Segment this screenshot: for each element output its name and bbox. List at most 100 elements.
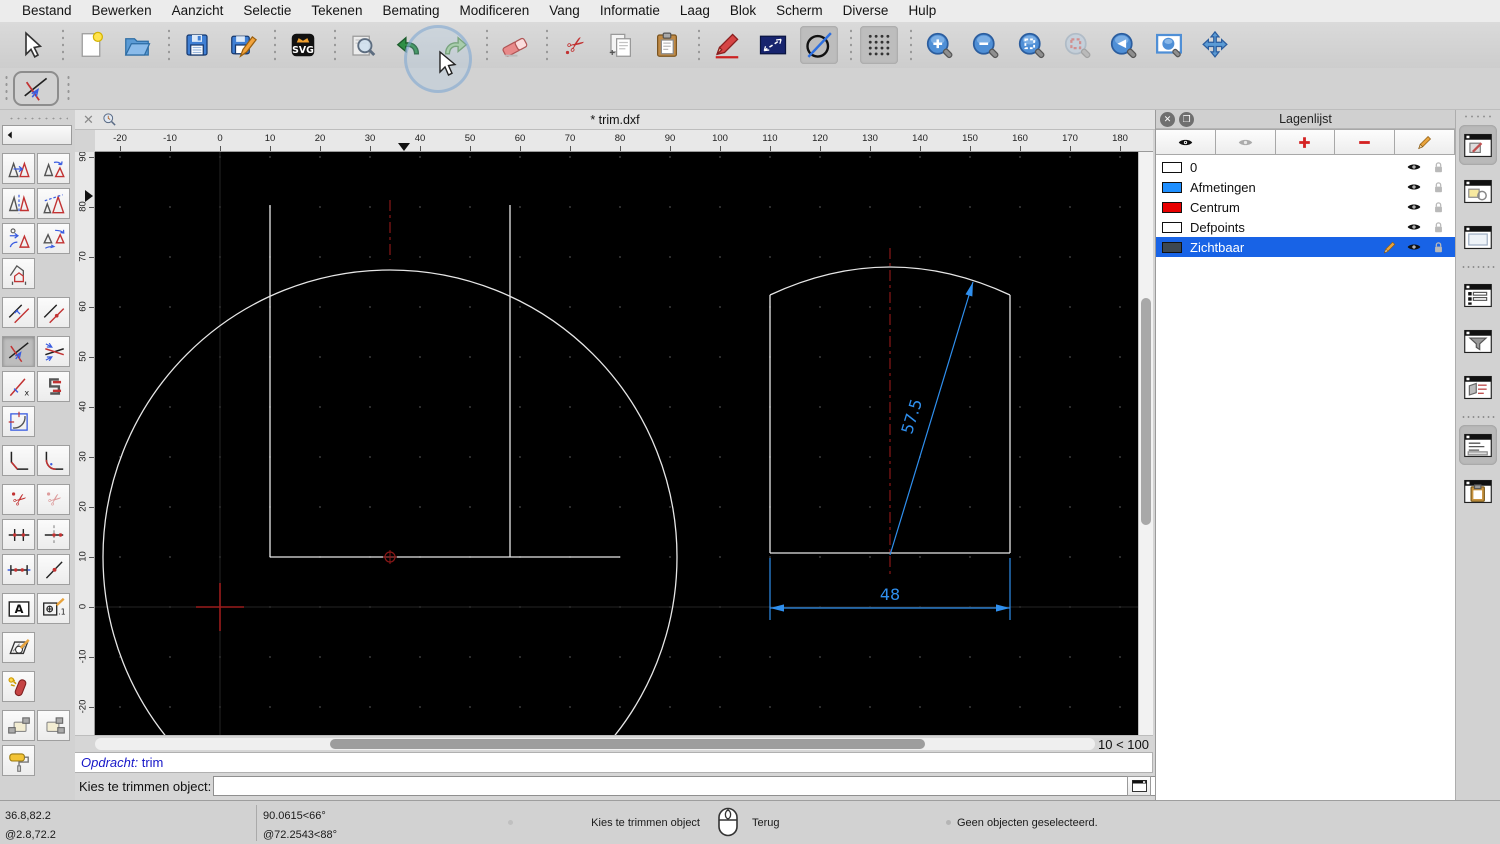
save-as-button[interactable]	[224, 26, 262, 64]
menu-tekenen[interactable]: Tekenen	[301, 0, 372, 22]
paste-button[interactable]	[648, 26, 686, 64]
tool-stretch[interactable]	[2, 554, 35, 585]
tool-corner-bevel[interactable]	[2, 445, 35, 476]
layer-row-zichtbaar[interactable]: Zichtbaar	[1156, 237, 1455, 257]
tool-rotate-two[interactable]	[37, 223, 70, 254]
command-input[interactable]	[213, 776, 1199, 796]
filter-widget-button[interactable]	[1459, 321, 1497, 361]
horizontal-scrollbar[interactable]	[95, 738, 1095, 750]
layer-visibility-icon[interactable]	[1406, 179, 1422, 195]
save-button[interactable]	[178, 26, 216, 64]
menu-blok[interactable]: Blok	[720, 0, 766, 22]
layer-row-centrum[interactable]: Centrum	[1156, 197, 1455, 217]
layer-lock-icon[interactable]	[1431, 180, 1446, 195]
tool-modify-attributes[interactable]	[2, 258, 35, 289]
tool-arc-options[interactable]	[2, 406, 35, 437]
layer-lock-icon[interactable]	[1431, 240, 1446, 255]
menu-scherm[interactable]: Scherm	[766, 0, 833, 22]
tool-move-rotate[interactable]	[2, 223, 35, 254]
zoom-in-button[interactable]	[920, 26, 958, 64]
tool-offset-point[interactable]	[37, 297, 70, 328]
layer-color-swatch[interactable]	[1162, 181, 1182, 193]
block-list-widget-button[interactable]	[1459, 171, 1497, 211]
tool-trim[interactable]	[2, 336, 35, 367]
layer-color-swatch[interactable]	[1162, 201, 1182, 213]
new-document-button[interactable]	[72, 26, 110, 64]
menu-informatie[interactable]: Informatie	[590, 0, 670, 22]
tool-corner-round[interactable]	[37, 445, 70, 476]
print-preview-button[interactable]	[344, 26, 382, 64]
layer-list-widget-button[interactable]	[1459, 125, 1497, 165]
tool-cut-entity-faded[interactable]: ✂	[37, 484, 70, 515]
tool-mirror[interactable]	[2, 188, 35, 219]
layer-visibility-icon[interactable]	[1406, 219, 1422, 235]
layer-lock-icon[interactable]	[1431, 200, 1446, 215]
redo-button[interactable]	[436, 26, 474, 64]
palette-drag-handle[interactable]	[7, 116, 68, 121]
layer-minus-button[interactable]	[1335, 129, 1396, 155]
zoom-window-button[interactable]	[1150, 26, 1188, 64]
tool-trim-two[interactable]	[37, 336, 70, 367]
tool-divide[interactable]	[2, 519, 35, 550]
measure-distance-button[interactable]	[754, 26, 792, 64]
cut-button[interactable]: ✂	[556, 26, 594, 64]
menu-vang[interactable]: Vang	[539, 0, 590, 22]
tool-move[interactable]	[2, 153, 35, 184]
menu-bemating[interactable]: Bemating	[372, 0, 449, 22]
layer-lock-icon[interactable]	[1431, 220, 1446, 235]
section-widget-button[interactable]	[1459, 367, 1497, 407]
layer-row-defpoints[interactable]: Defpoints	[1156, 217, 1455, 237]
layer-visibility-icon[interactable]	[1406, 199, 1422, 215]
menu-aanzicht[interactable]: Aanzicht	[162, 0, 234, 22]
layer-visibility-icon[interactable]	[1406, 239, 1422, 255]
palette-back-button[interactable]	[2, 125, 72, 145]
tool-text-edit[interactable]: A	[2, 593, 35, 624]
tool-scale[interactable]	[37, 188, 70, 219]
horizontal-scrollbar-thumb[interactable]	[330, 739, 925, 749]
command-widget-button[interactable]	[1459, 425, 1497, 465]
layer-pencil-small-button[interactable]	[1395, 129, 1455, 155]
layer-eye-button[interactable]	[1156, 129, 1216, 155]
export-svg-button[interactable]: SVG	[284, 26, 322, 64]
open-file-button[interactable]	[118, 26, 156, 64]
menu-modificeren[interactable]: Modificeren	[450, 0, 540, 22]
undo-button[interactable]	[390, 26, 428, 64]
trim-round-button[interactable]	[800, 26, 838, 64]
zoom-previous-button[interactable]	[1104, 26, 1142, 64]
layer-color-swatch[interactable]	[1162, 241, 1182, 253]
layer-edit-pencil-icon[interactable]	[1382, 240, 1397, 255]
menu-bewerken[interactable]: Bewerken	[82, 0, 162, 22]
tool-dimension-edit[interactable]: .1	[37, 593, 70, 624]
vertical-scrollbar[interactable]	[1138, 152, 1153, 735]
layer-color-swatch[interactable]	[1162, 161, 1182, 173]
tool-lengthen[interactable]: x	[2, 371, 35, 402]
zoom-auto-button[interactable]	[1012, 26, 1050, 64]
snap-grid-button[interactable]	[860, 26, 898, 64]
edit-entity-button[interactable]	[708, 26, 746, 64]
menu-bestand[interactable]: Bestand	[12, 0, 82, 22]
tool-offset-orthogonal[interactable]	[2, 297, 35, 328]
tool-block-edit[interactable]	[2, 710, 35, 741]
zoom-selection-button[interactable]	[1058, 26, 1096, 64]
current-tool-button[interactable]	[13, 71, 59, 106]
menu-laag[interactable]: Laag	[670, 0, 720, 22]
pointer-button[interactable]	[12, 26, 50, 64]
menu-hulp[interactable]: Hulp	[898, 0, 946, 22]
tool-block-copy[interactable]	[37, 710, 70, 741]
tool-divide-dashed[interactable]	[37, 519, 70, 550]
preview-widget-button[interactable]	[1459, 217, 1497, 257]
tool-cut-entity[interactable]: ✂	[2, 484, 35, 515]
library-browser-widget-button[interactable]	[1459, 275, 1497, 315]
vertical-scrollbar-thumb[interactable]	[1141, 298, 1151, 525]
clipboard-widget-button[interactable]	[1459, 471, 1497, 511]
command-window-toggle-button[interactable]	[1127, 776, 1151, 796]
layer-visibility-icon[interactable]	[1406, 159, 1422, 175]
tool-paint-properties[interactable]	[2, 745, 35, 776]
zoom-out-button[interactable]	[966, 26, 1004, 64]
tool-edit-polyline[interactable]	[37, 371, 70, 402]
tool-rotate[interactable]	[37, 153, 70, 184]
layer-row-afmetingen[interactable]: Afmetingen	[1156, 177, 1455, 197]
layer-color-swatch[interactable]	[1162, 221, 1182, 233]
layer-plus-button[interactable]	[1275, 129, 1336, 155]
layer-eye-off-button[interactable]	[1215, 129, 1276, 155]
